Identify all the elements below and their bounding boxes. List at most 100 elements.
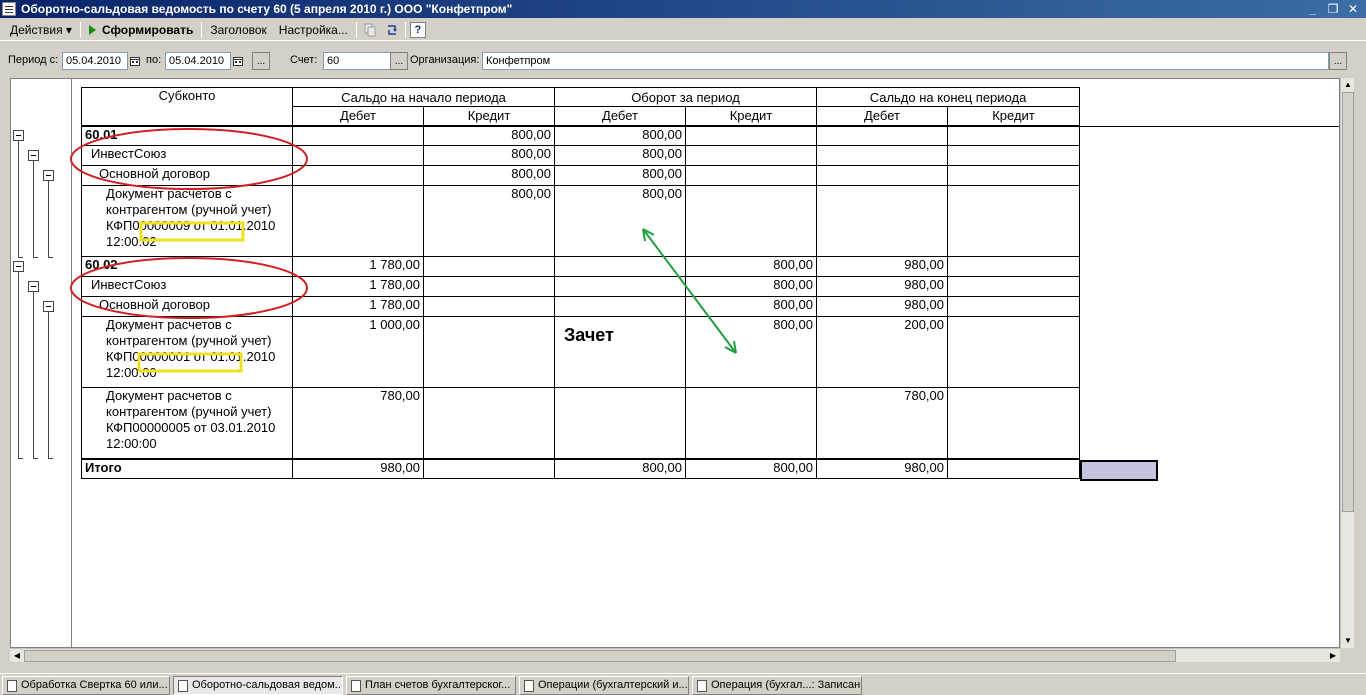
settings-button[interactable]: Настройка... <box>273 20 354 40</box>
account-select-button[interactable]: ... <box>390 52 408 70</box>
collapse-icon[interactable] <box>13 130 24 141</box>
document-icon <box>697 679 707 692</box>
cell-turnover-credit <box>685 185 817 257</box>
cell-closing-debit: 980,00 <box>816 256 948 277</box>
table-row[interactable]: 60.02 1 780,00 800,00 980,00 <box>81 256 1080 277</box>
tree-gutter <box>11 79 72 647</box>
task-label: План счетов бухгалтерског... <box>365 679 511 691</box>
toolbar-separator <box>201 21 203 38</box>
actions-menu[interactable]: Действия ▾ <box>4 20 78 40</box>
calendar-icon[interactable] <box>231 52 245 70</box>
help-icon[interactable]: ? <box>409 21 426 38</box>
period-from-input[interactable]: 05.04.2010 <box>62 52 128 70</box>
cell-opening-debit: 1 780,00 <box>292 276 424 297</box>
tree-line <box>48 257 53 258</box>
period-to-input[interactable]: 05.04.2010 <box>165 52 231 70</box>
scroll-down-icon[interactable]: ▼ <box>1341 634 1355 648</box>
window-taskbar: Обработка Свертка 60 или... Оборотно-сал… <box>0 673 1366 695</box>
minimize-button[interactable]: _ <box>1304 2 1322 16</box>
vertical-scrollbar[interactable]: ▲ ▼ <box>1340 78 1354 648</box>
task-item[interactable]: Операции (бухгалтерский и... <box>519 676 689 695</box>
scroll-thumb[interactable] <box>24 650 1176 662</box>
task-label: Обработка Свертка 60 или... <box>21 679 168 691</box>
refresh-icon[interactable] <box>383 21 401 39</box>
period-select-button[interactable]: ... <box>252 52 270 70</box>
row-subkonto: Документ расчетов с контрагентом (ручной… <box>81 316 293 388</box>
header-debit: Дебет <box>816 106 948 126</box>
cell-opening-credit <box>423 387 555 459</box>
document-icon <box>351 679 361 692</box>
cell-opening-debit: 1 780,00 <box>292 296 424 317</box>
task-item[interactable]: План счетов бухгалтерског... <box>346 676 516 695</box>
play-icon <box>88 24 96 35</box>
collapse-icon[interactable] <box>13 261 24 272</box>
table-row[interactable]: Документ расчетов с контрагентом (ручной… <box>81 185 1080 257</box>
tree-line <box>33 161 34 258</box>
header-turnover: Оборот за период <box>554 87 817 107</box>
scroll-left-icon[interactable]: ◀ <box>10 649 24 663</box>
table-row[interactable]: Основной договор 800,00 800,00 <box>81 165 1080 186</box>
table-row[interactable]: Основной договор 1 780,00 800,00 980,00 <box>81 296 1080 317</box>
collapse-icon[interactable] <box>43 301 54 312</box>
task-label: Оборотно-сальдовая ведом... <box>192 679 343 691</box>
table-row[interactable]: Документ расчетов с контрагентом (ручной… <box>81 387 1080 459</box>
organization-input[interactable]: Конфетпром <box>482 52 1329 70</box>
collapse-icon[interactable] <box>43 170 54 181</box>
cell-turnover-debit <box>554 276 686 297</box>
row-subkonto: Основной договор <box>81 165 293 186</box>
cell-closing-credit <box>947 256 1080 277</box>
cell-closing-debit <box>816 124 948 146</box>
organization-select-button[interactable]: ... <box>1329 52 1347 70</box>
collapse-icon[interactable] <box>28 150 39 161</box>
task-item-active[interactable]: Оборотно-сальдовая ведом... <box>173 676 343 695</box>
offset-annotation-label: Зачет <box>562 325 616 346</box>
header-debit: Дебет <box>292 106 424 126</box>
turnover-balance-table: Субконто Сальдо на начало периода Оборот… <box>81 87 1080 479</box>
cell-closing-debit <box>816 185 948 257</box>
table-row[interactable]: ИнвестСоюз 1 780,00 800,00 980,00 <box>81 276 1080 297</box>
cell-opening-credit <box>423 316 555 388</box>
cell-turnover-credit: 800,00 <box>685 296 817 317</box>
cell-turnover-debit: 800,00 <box>554 165 686 186</box>
scroll-up-icon[interactable]: ▲ <box>1341 78 1355 92</box>
report-area[interactable]: Субконто Сальдо на начало периода Оборот… <box>10 78 1340 648</box>
restore-button[interactable]: ❐ <box>1324 2 1342 16</box>
cell-closing-credit <box>947 387 1080 459</box>
header-button[interactable]: Заголовок <box>204 20 272 40</box>
cell-opening-credit <box>423 296 555 317</box>
header-closing-balance: Сальдо на конец периода <box>816 87 1080 107</box>
tree-line <box>33 257 38 258</box>
document-icon <box>2 2 16 16</box>
header-subkonto: Субконто <box>81 87 293 126</box>
total-turnover-credit: 800,00 <box>685 457 817 479</box>
toolbar-separator <box>79 21 81 38</box>
cell-closing-credit <box>947 124 1080 146</box>
tree-line <box>48 181 49 258</box>
row-subkonto: Документ расчетов с контрагентом (ручной… <box>81 185 293 257</box>
table-row[interactable]: 60.01 800,00 800,00 <box>81 124 1080 146</box>
header-debit: Дебет <box>554 106 686 126</box>
tree-line <box>18 272 19 459</box>
account-input[interactable]: 60 <box>323 52 391 70</box>
cell-turnover-credit: 800,00 <box>685 256 817 277</box>
task-item[interactable]: Операция (бухгал...: Записан <box>692 676 862 695</box>
collapse-icon[interactable] <box>28 281 39 292</box>
row-subkonto: 60.02 <box>81 256 293 277</box>
generate-button[interactable]: Сформировать <box>83 20 199 40</box>
toolbar-separator <box>404 21 406 38</box>
close-button[interactable]: ✕ <box>1344 2 1362 16</box>
calendar-icon[interactable] <box>128 52 142 70</box>
period-to-label: по: <box>146 54 162 66</box>
table-row[interactable]: ИнвестСоюз 800,00 800,00 <box>81 145 1080 166</box>
cell-opening-debit <box>292 165 424 186</box>
horizontal-scrollbar[interactable]: ◀ ▶ <box>10 648 1340 662</box>
total-closing-credit <box>947 457 1080 479</box>
copy-icon[interactable] <box>361 21 379 39</box>
total-row[interactable]: Итого 980,00 800,00 800,00 980,00 <box>81 457 1080 479</box>
selected-cell[interactable] <box>1080 460 1158 481</box>
task-item[interactable]: Обработка Свертка 60 или... <box>2 676 170 695</box>
scroll-thumb[interactable] <box>1342 92 1354 512</box>
header-credit: Кредит <box>423 106 555 126</box>
account-label: Счет: <box>290 54 318 66</box>
scroll-right-icon[interactable]: ▶ <box>1326 649 1340 663</box>
